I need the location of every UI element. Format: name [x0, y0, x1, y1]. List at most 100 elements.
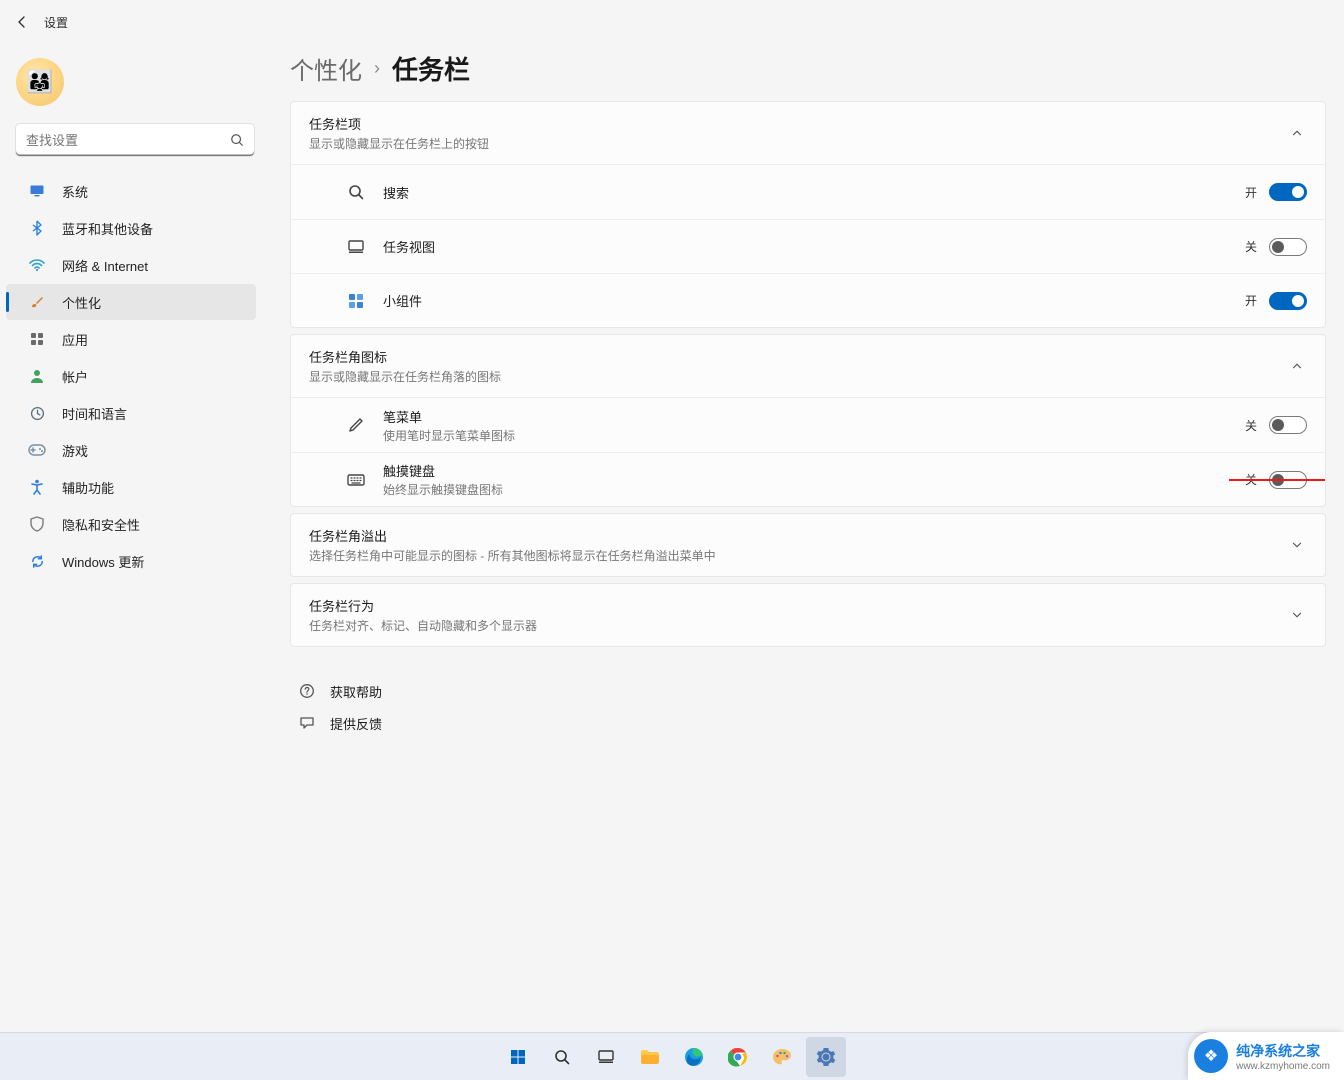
shield-icon — [28, 515, 46, 533]
avatar[interactable] — [16, 58, 64, 106]
grid-icon — [28, 330, 46, 348]
section-corner-icons-header[interactable]: 任务栏角图标 显示或隐藏显示在任务栏角落的图标 — [291, 335, 1325, 397]
taskbar-explorer[interactable] — [630, 1037, 670, 1077]
section-title: 任务栏行为 — [309, 596, 1287, 615]
main: 个性化 › 任务栏 任务栏项 显示或隐藏显示在任务栏上的按钮 搜索开任务视图关小… — [262, 44, 1344, 1032]
search-icon — [345, 181, 367, 203]
breadcrumb-parent[interactable]: 个性化 — [290, 51, 362, 86]
sidebar-item-label: 游戏 — [62, 441, 88, 460]
search-input[interactable] — [16, 124, 254, 156]
brush-icon — [28, 293, 46, 311]
taskbar-start[interactable] — [498, 1037, 538, 1077]
section-taskbar-items-header[interactable]: 任务栏项 显示或隐藏显示在任务栏上的按钮 — [291, 102, 1325, 164]
row-title: 触摸键盘 — [383, 461, 1245, 480]
sidebar-item-network[interactable]: 网络 & Internet — [6, 247, 256, 283]
taskview-icon — [598, 1050, 614, 1064]
feedback-label: 提供反馈 — [330, 714, 382, 733]
toggle[interactable] — [1269, 292, 1307, 310]
sidebar-item-label: 时间和语言 — [62, 404, 127, 423]
section-corner-overflow: 任务栏角溢出 选择任务栏角中可能显示的图标 - 所有其他图标将显示在任务栏角溢出… — [290, 513, 1326, 577]
folder-icon — [640, 1049, 660, 1065]
search-icon — [230, 133, 244, 147]
taskbar-settings[interactable] — [806, 1037, 846, 1077]
row-title: 笔菜单 — [383, 407, 1245, 426]
get-help-link[interactable]: 获取帮助 — [294, 675, 1326, 707]
sidebar-item-bluetooth[interactable]: 蓝牙和其他设备 — [6, 210, 256, 246]
section-title: 任务栏角溢出 — [309, 526, 1287, 545]
section-corner-overflow-header[interactable]: 任务栏角溢出 选择任务栏角中可能显示的图标 - 所有其他图标将显示在任务栏角溢出… — [291, 514, 1325, 576]
sidebar-item-label: 蓝牙和其他设备 — [62, 219, 153, 238]
chevron-right-icon: › — [374, 58, 380, 79]
taskbar-taskview[interactable] — [586, 1037, 626, 1077]
toggle-state-label: 开 — [1245, 292, 1257, 309]
setting-row-widgets: 小组件开 — [291, 273, 1325, 327]
sidebar-item-personalize[interactable]: 个性化 — [6, 284, 256, 320]
sidebar-item-time[interactable]: 时间和语言 — [6, 395, 256, 431]
section-taskbar-behaviors-header[interactable]: 任务栏行为 任务栏对齐、标记、自动隐藏和多个显示器 — [291, 584, 1325, 646]
chevron-up-icon — [1287, 123, 1307, 143]
wifi-icon — [28, 256, 46, 274]
taskbar — [0, 1032, 1344, 1080]
edge-icon — [684, 1047, 704, 1067]
start-icon — [509, 1048, 527, 1066]
taskview-icon — [345, 236, 367, 258]
toggle[interactable] — [1269, 416, 1307, 434]
arrow-left-icon — [14, 14, 30, 30]
breadcrumb: 个性化 › 任务栏 — [290, 44, 1326, 101]
person-icon — [28, 367, 46, 385]
pen-icon — [345, 414, 367, 436]
sidebar-item-label: 帐户 — [62, 367, 88, 386]
titlebar: 设置 — [0, 0, 1344, 44]
section-subtitle: 显示或隐藏显示在任务栏角落的图标 — [309, 368, 1287, 385]
get-help-label: 获取帮助 — [330, 682, 382, 701]
taskbar-search[interactable] — [542, 1037, 582, 1077]
section-subtitle: 选择任务栏角中可能显示的图标 - 所有其他图标将显示在任务栏角溢出菜单中 — [309, 547, 1287, 564]
feedback-link[interactable]: 提供反馈 — [294, 707, 1326, 739]
sidebar-item-update[interactable]: Windows 更新 — [6, 543, 256, 579]
setting-row-search: 搜索开 — [291, 165, 1325, 219]
sidebar-item-accessibility[interactable]: 辅助功能 — [6, 469, 256, 505]
section-taskbar-items: 任务栏项 显示或隐藏显示在任务栏上的按钮 搜索开任务视图关小组件开 — [290, 101, 1326, 328]
sidebar-item-gaming[interactable]: 游戏 — [6, 432, 256, 468]
keyboard-icon — [345, 469, 367, 491]
chevron-up-icon — [1287, 356, 1307, 376]
setting-row-pen: 笔菜单使用笔时显示笔菜单图标关 — [291, 398, 1325, 452]
widgets-icon — [345, 290, 367, 312]
accessibility-icon — [28, 478, 46, 496]
sidebar-item-privacy[interactable]: 隐私和安全性 — [6, 506, 256, 542]
section-corner-icons: 任务栏角图标 显示或隐藏显示在任务栏角落的图标 笔菜单使用笔时显示笔菜单图标关触… — [290, 334, 1326, 507]
nav: 系统蓝牙和其他设备网络 & Internet 个性化应用帐户时间和语言游戏辅助功能… — [0, 170, 262, 580]
annotation-arrow — [1229, 472, 1326, 488]
sidebar-item-label: Windows 更新 — [62, 552, 144, 571]
sidebar-item-label: 辅助功能 — [62, 478, 114, 497]
page-title: 任务栏 — [392, 50, 470, 87]
row-subtitle: 使用笔时显示笔菜单图标 — [383, 427, 1245, 444]
back-button[interactable] — [8, 8, 36, 36]
sidebar-item-accounts[interactable]: 帐户 — [6, 358, 256, 394]
section-title: 任务栏角图标 — [309, 347, 1287, 366]
gear-icon — [816, 1047, 836, 1067]
toggle-state-label: 关 — [1245, 238, 1257, 255]
toggle-state-label: 开 — [1245, 184, 1257, 201]
clock-icon — [28, 404, 46, 422]
taskbar-chrome[interactable] — [718, 1037, 758, 1077]
game-icon — [28, 441, 46, 459]
feedback-icon — [298, 714, 316, 732]
toggle[interactable] — [1269, 238, 1307, 256]
sidebar-item-label: 应用 — [62, 330, 88, 349]
row-subtitle: 始终显示触摸键盘图标 — [383, 481, 1245, 498]
setting-row-taskview: 任务视图关 — [291, 219, 1325, 273]
chrome-icon — [728, 1047, 748, 1067]
taskbar-edge[interactable] — [674, 1037, 714, 1077]
setting-row-touchkb: 触摸键盘始终显示触摸键盘图标关 — [291, 452, 1325, 506]
toggle[interactable] — [1269, 183, 1307, 201]
sidebar-item-system[interactable]: 系统 — [6, 173, 256, 209]
toggle-state-label: 关 — [1245, 417, 1257, 434]
section-subtitle: 任务栏对齐、标记、自动隐藏和多个显示器 — [309, 617, 1287, 634]
taskbar-paint[interactable] — [762, 1037, 802, 1077]
sidebar-item-label: 网络 & Internet — [62, 256, 148, 275]
sidebar-item-apps[interactable]: 应用 — [6, 321, 256, 357]
section-title: 任务栏项 — [309, 114, 1287, 133]
row-title: 搜索 — [383, 183, 1245, 202]
help-icon — [298, 682, 316, 700]
